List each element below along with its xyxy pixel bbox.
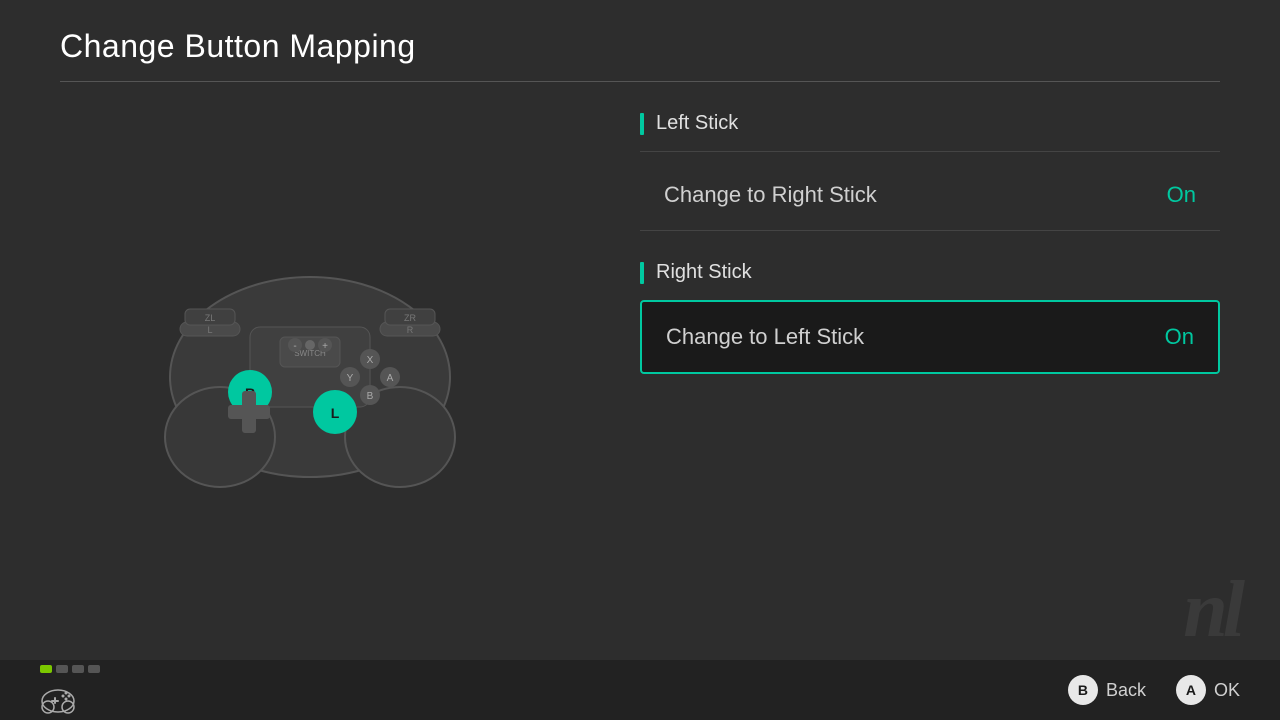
change-to-left-stick-value: On [1165, 324, 1194, 350]
right-stick-section: Right Stick Change to Left Stick On [640, 261, 1220, 374]
ok-label: OK [1214, 680, 1240, 701]
section-bar-right [640, 262, 644, 284]
section-bar-left [640, 113, 644, 135]
svg-text:+: + [322, 341, 328, 352]
settings-panel: Left Stick Change to Right Stick On Righ… [620, 102, 1280, 632]
svg-text:-: - [293, 341, 296, 352]
dot-3 [72, 665, 84, 673]
svg-text:ZR: ZR [404, 313, 416, 323]
svg-text:X: X [367, 355, 374, 366]
page-title: Change Button Mapping [60, 28, 1220, 65]
change-to-left-stick-label: Change to Left Stick [666, 324, 864, 350]
svg-text:R: R [407, 325, 414, 335]
dot-4 [88, 665, 100, 673]
controller-panel: SWITCH R L A B X [0, 102, 620, 632]
back-button[interactable]: B Back [1068, 675, 1146, 705]
watermark: nl [1183, 570, 1240, 650]
left-stick-divider [640, 151, 1220, 152]
svg-text:B: B [367, 391, 374, 402]
left-stick-title: Left Stick [656, 112, 738, 135]
back-label: Back [1106, 680, 1146, 701]
footer-right: B Back A OK [1068, 675, 1240, 705]
change-to-right-stick-label: Change to Right Stick [664, 182, 877, 208]
right-stick-header: Right Stick [640, 261, 1220, 284]
a-button-circle: A [1176, 675, 1206, 705]
change-to-left-stick-option[interactable]: Change to Left Stick On [640, 300, 1220, 374]
footer-controller-icon [40, 687, 76, 715]
header: Change Button Mapping [0, 0, 1280, 81]
b-button-circle: B [1068, 675, 1098, 705]
right-stick-title: Right Stick [656, 261, 752, 284]
footer-dots [40, 665, 100, 673]
main-content: SWITCH R L A B X [0, 82, 1280, 632]
svg-text:Y: Y [347, 373, 354, 384]
controller-image: SWITCH R L A B X [150, 227, 470, 507]
controller-svg: SWITCH R L A B X [150, 227, 470, 507]
ok-button[interactable]: A OK [1176, 675, 1240, 705]
svg-text:A: A [387, 373, 394, 384]
left-stick-section: Left Stick Change to Right Stick On [640, 112, 1220, 231]
a-button-letter: A [1186, 682, 1196, 698]
b-button-letter: B [1078, 682, 1088, 698]
dot-1 [40, 665, 52, 673]
left-stick-header: Left Stick [640, 112, 1220, 135]
svg-text:L: L [207, 325, 212, 335]
svg-text:L: L [331, 405, 340, 421]
footer: B Back A OK [0, 660, 1280, 720]
change-to-right-stick-option[interactable]: Change to Right Stick On [640, 160, 1220, 231]
dot-2 [56, 665, 68, 673]
change-to-right-stick-value: On [1167, 182, 1196, 208]
footer-left [40, 665, 100, 715]
svg-text:ZL: ZL [205, 313, 216, 323]
